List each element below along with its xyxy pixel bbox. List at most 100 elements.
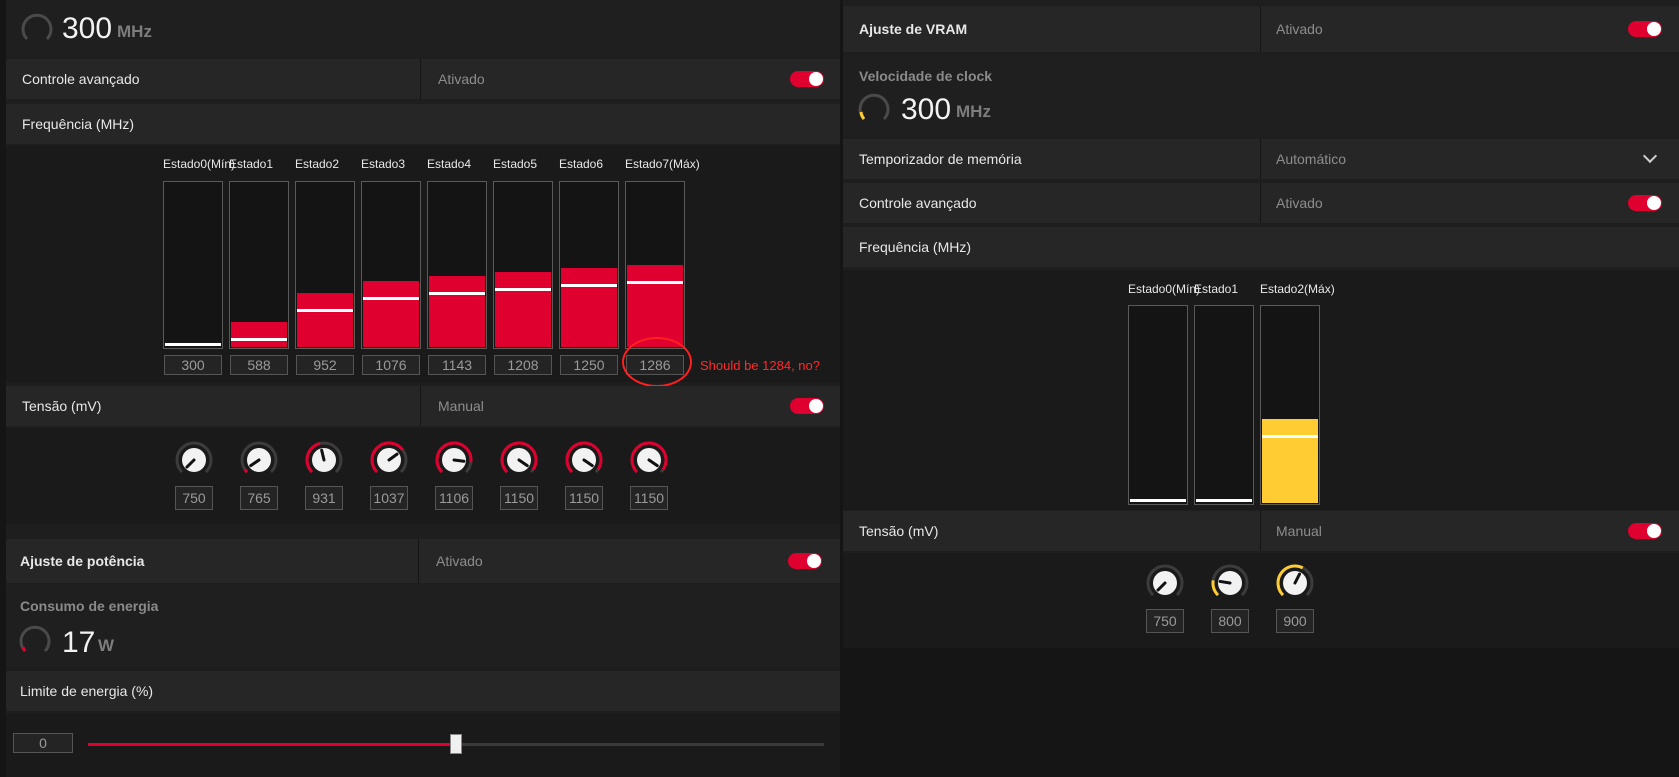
state-marker-2[interactable]	[297, 309, 353, 312]
state-column-7[interactable]	[625, 181, 685, 349]
voltage-knob-7[interactable]	[629, 440, 669, 480]
power-limit-row: Limite de energia (%)	[6, 671, 840, 711]
state-label-7: Estado7(Máx)	[625, 157, 700, 171]
power-consumption-area: Consumo de energia 17 W	[6, 586, 840, 668]
voltage-knob-0[interactable]	[1145, 563, 1185, 603]
state-label-4: Estado4	[427, 157, 472, 171]
power-consumption-unit: W	[98, 636, 115, 655]
state-column-1[interactable]	[1194, 305, 1254, 505]
state-value-input-4[interactable]: 1143	[428, 355, 486, 375]
voltage-knob-3[interactable]	[369, 440, 409, 480]
voltage-value-input-0[interactable]: 750	[1146, 609, 1184, 633]
power-gauge-icon	[19, 625, 51, 653]
voltage-value-input-6[interactable]: 1150	[565, 486, 603, 510]
right-voltage-toggle[interactable]	[1628, 523, 1662, 539]
right-voltage-value: Manual	[1276, 523, 1322, 539]
vram-tuning-toggle[interactable]	[1628, 21, 1662, 37]
vram-tuning-label: Ajuste de VRAM	[859, 21, 968, 37]
clock-speed-area: Velocidade de clock 300 MHz	[843, 55, 1679, 136]
divider	[420, 59, 421, 99]
voltage-value-input-2[interactable]: 900	[1276, 609, 1314, 633]
power-limit-slider-fill	[88, 743, 456, 746]
state-column-4[interactable]	[427, 181, 487, 349]
left-advanced-control-toggle[interactable]	[790, 71, 824, 87]
state-value-input-3[interactable]: 1076	[362, 355, 420, 375]
voltage-value-input-4[interactable]: 1106	[435, 486, 473, 510]
state-marker-0[interactable]	[165, 343, 221, 346]
state-fill-7	[627, 265, 683, 347]
voltage-value-input-1[interactable]: 800	[1211, 609, 1249, 633]
voltage-knob-1[interactable]	[239, 440, 279, 480]
state-marker-0[interactable]	[1130, 499, 1186, 502]
top-clock-area: 300 MHz	[6, 0, 840, 56]
state-column-6[interactable]	[559, 181, 619, 349]
chevron-down-icon[interactable]	[1642, 148, 1658, 164]
voltage-knob-4[interactable]	[434, 440, 474, 480]
right-advanced-control-label: Controle avançado	[859, 195, 977, 211]
right-voltage-row: Tensão (mV) Manual	[843, 511, 1679, 551]
state-label-5: Estado5	[493, 157, 538, 171]
state-fill-3	[363, 281, 419, 347]
voltage-value-input-1[interactable]: 765	[240, 486, 278, 510]
voltage-knob-6[interactable]	[564, 440, 604, 480]
state-column-3[interactable]	[361, 181, 421, 349]
state-marker-7[interactable]	[627, 281, 683, 284]
power-tuning-toggle[interactable]	[788, 553, 822, 569]
state-fill-5	[495, 272, 551, 347]
left-advanced-control-label: Controle avançado	[22, 71, 140, 87]
voltage-knob-1[interactable]	[1210, 563, 1250, 603]
state-fill-4	[429, 276, 485, 347]
state-marker-5[interactable]	[495, 288, 551, 291]
state-label-2: Estado2(Máx)	[1260, 282, 1335, 296]
voltage-value-input-3[interactable]: 1037	[370, 486, 408, 510]
vram-tuning-panel: Ajuste de VRAM Ativado Velocidade de clo…	[843, 0, 1679, 648]
power-consumption-title: Consumo de energia	[20, 598, 159, 614]
state-value-input-2[interactable]: 952	[296, 355, 354, 375]
state-column-2[interactable]	[295, 181, 355, 349]
state-column-0[interactable]	[1128, 305, 1188, 505]
power-tuning-label: Ajuste de potência	[20, 553, 145, 569]
state-label-0: Estado0(Mín)	[1128, 282, 1201, 296]
state-column-5[interactable]	[493, 181, 553, 349]
state-marker-3[interactable]	[363, 297, 419, 300]
state-fill-6	[561, 268, 617, 347]
power-limit-slider-thumb[interactable]	[450, 734, 462, 754]
voltage-value-input-2[interactable]: 931	[305, 486, 343, 510]
state-fill-2	[1262, 419, 1318, 503]
state-marker-1[interactable]	[1196, 499, 1252, 502]
state-column-2[interactable]	[1260, 305, 1320, 505]
state-column-1[interactable]	[229, 181, 289, 349]
voltage-knob-2[interactable]	[304, 440, 344, 480]
voltage-knob-0[interactable]	[174, 440, 214, 480]
left-voltage-row: Tensão (mV) Manual	[6, 386, 840, 426]
state-label-6: Estado6	[559, 157, 604, 171]
right-advanced-control-toggle[interactable]	[1628, 195, 1662, 211]
state-marker-1[interactable]	[231, 338, 287, 341]
power-limit-slider-area: 0	[6, 714, 840, 777]
voltage-value-input-0[interactable]: 750	[175, 486, 213, 510]
right-advanced-control-value: Ativado	[1276, 195, 1323, 211]
divider	[418, 539, 419, 583]
voltage-value-input-7[interactable]: 1150	[630, 486, 668, 510]
vram-tuning-row: Ajuste de VRAM Ativado	[843, 6, 1679, 52]
state-value-input-1[interactable]: 588	[230, 355, 288, 375]
left-voltage-toggle[interactable]	[790, 398, 824, 414]
state-value-input-5[interactable]: 1208	[494, 355, 552, 375]
state-column-0[interactable]	[163, 181, 223, 349]
state-value-input-0[interactable]: 300	[164, 355, 222, 375]
state-value-input-6[interactable]: 1250	[560, 355, 618, 375]
divider	[1260, 183, 1261, 223]
voltage-knob-2[interactable]	[1275, 563, 1315, 603]
power-tuning-row: Ajuste de potência Ativado	[6, 539, 840, 583]
memory-timing-row[interactable]: Temporizador de memória Automático	[843, 139, 1679, 179]
power-limit-label: Limite de energia (%)	[20, 683, 154, 699]
state-marker-6[interactable]	[561, 284, 617, 287]
annotation-text: Should be 1284, no?	[700, 358, 820, 373]
state-fill-2	[297, 293, 353, 347]
voltage-knob-5[interactable]	[499, 440, 539, 480]
state-marker-2[interactable]	[1262, 435, 1318, 438]
voltage-value-input-5[interactable]: 1150	[500, 486, 538, 510]
state-marker-4[interactable]	[429, 292, 485, 295]
right-voltage-knobs: 750 800 900	[843, 553, 1679, 648]
power-limit-input[interactable]: 0	[13, 733, 73, 753]
